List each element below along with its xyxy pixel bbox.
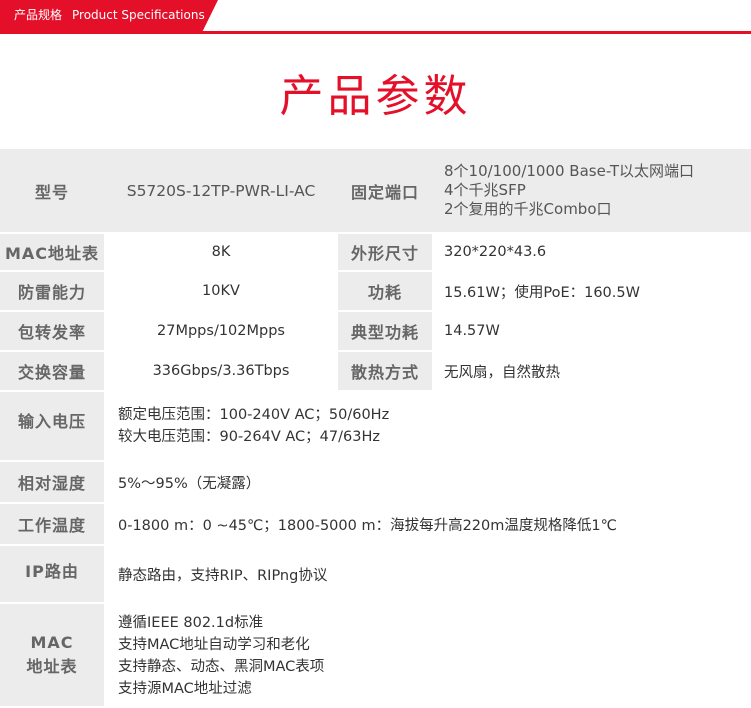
spec-label: 防雷能力: [0, 271, 104, 311]
mac-table-line: 支持静态、动态、黑洞MAC表项: [118, 659, 325, 675]
humidity-label: 相对湿度: [0, 461, 104, 503]
spec-row: 交换容量 336Gbps/3.36Tbps 散热方式 无风扇，自然散热: [0, 351, 751, 391]
spec-value: 无风扇，自然散热: [432, 351, 751, 391]
mac-table-label-line: MAC: [30, 633, 74, 652]
spec-row-humidity: 相对湿度 5%～95%（无凝露）: [0, 461, 751, 503]
temperature-label: 工作温度: [0, 503, 104, 545]
spec-label: 散热方式: [338, 351, 432, 391]
spec-label: MAC地址表: [0, 233, 104, 271]
model-label: 型号: [0, 149, 104, 233]
mac-table-label-line: 地址表: [26, 657, 78, 676]
fixed-ports-line: 2个复用的千兆Combo口: [444, 200, 612, 218]
input-voltage-line: 额定电压范围：100-240V AC；50/60Hz: [118, 407, 390, 423]
spec-label: 外形尺寸: [338, 233, 432, 271]
fixed-ports-label: 固定端口: [338, 149, 432, 233]
model-value: S5720S-12TP-PWR-LI-AC: [104, 149, 338, 233]
page-title-area: 产品参数: [0, 34, 751, 149]
spec-table: 型号 S5720S-12TP-PWR-LI-AC 固定端口 8个10/100/1…: [0, 149, 751, 708]
mac-table-line: 遵循IEEE 802.1d标准: [118, 615, 264, 631]
input-voltage-value: 额定电压范围：100-240V AC；50/60Hz 较大电压范围：90-264…: [104, 391, 751, 461]
spec-value: 320*220*43.6: [432, 233, 751, 271]
section-tab-en: Product Specifications: [72, 8, 205, 22]
mac-table-value: 遵循IEEE 802.1d标准 支持MAC地址自动学习和老化 支持静态、动态、黑…: [104, 603, 751, 707]
spec-row-mac-table: MAC 地址表 遵循IEEE 802.1d标准 支持MAC地址自动学习和老化 支…: [0, 603, 751, 707]
spec-label: 功耗: [338, 271, 432, 311]
top-bar: 产品规格 Product Specifications: [0, 0, 751, 34]
spec-value: 15.61W；使用PoE：160.5W: [432, 271, 751, 311]
spec-row-input-voltage: 输入电压 额定电压范围：100-240V AC；50/60Hz 较大电压范围：9…: [0, 391, 751, 461]
spec-value: 8K: [104, 233, 338, 271]
spec-value: 336Gbps/3.36Tbps: [104, 351, 338, 391]
spec-value: 27Mpps/102Mpps: [104, 311, 338, 351]
spec-value: 14.57W: [432, 311, 751, 351]
spec-row-ip-routing: IP路由 静态路由，支持RIP、RIPng协议: [0, 545, 751, 603]
spec-label: 典型功耗: [338, 311, 432, 351]
ip-routing-label: IP路由: [0, 545, 104, 603]
fixed-ports-line: 4个千兆SFP: [444, 181, 526, 199]
fixed-ports-line: 8个10/100/1000 Base-T以太网端口: [444, 162, 695, 180]
temperature-value: 0-1800 m：0 ~45℃；1800-5000 m：海拔每升高220m温度规…: [118, 517, 617, 534]
spec-row-temperature: 工作温度 0-1800 m：0 ~45℃；1800-5000 m：海拔每升高22…: [0, 503, 751, 545]
ip-routing-value: 静态路由，支持RIP、RIPng协议: [118, 567, 328, 584]
spec-row: MAC地址表 8K 外形尺寸 320*220*43.6: [0, 233, 751, 271]
spec-label: 交换容量: [0, 351, 104, 391]
mac-table-label: MAC 地址表: [0, 603, 104, 707]
section-tab-cn: 产品规格: [14, 8, 63, 22]
input-voltage-label: 输入电压: [0, 391, 104, 461]
mac-table-line: 支持源MAC地址过滤: [118, 681, 252, 697]
mac-table-line: 支持MAC地址自动学习和老化: [118, 637, 310, 653]
spec-value: 10KV: [104, 271, 338, 311]
fixed-ports-value: 8个10/100/1000 Base-T以太网端口 4个千兆SFP 2个复用的千…: [432, 149, 751, 233]
spec-row-model: 型号 S5720S-12TP-PWR-LI-AC 固定端口 8个10/100/1…: [0, 149, 751, 233]
humidity-value: 5%～95%（无凝露）: [118, 475, 261, 492]
spec-row: 包转发率 27Mpps/102Mpps 典型功耗 14.57W: [0, 311, 751, 351]
spec-label: 包转发率: [0, 311, 104, 351]
spec-row: 防雷能力 10KV 功耗 15.61W；使用PoE：160.5W: [0, 271, 751, 311]
section-tab: 产品规格 Product Specifications: [0, 0, 218, 31]
input-voltage-line: 较大电压范围：90-264V AC；47/63Hz: [118, 429, 380, 445]
page-title: 产品参数: [279, 70, 472, 122]
